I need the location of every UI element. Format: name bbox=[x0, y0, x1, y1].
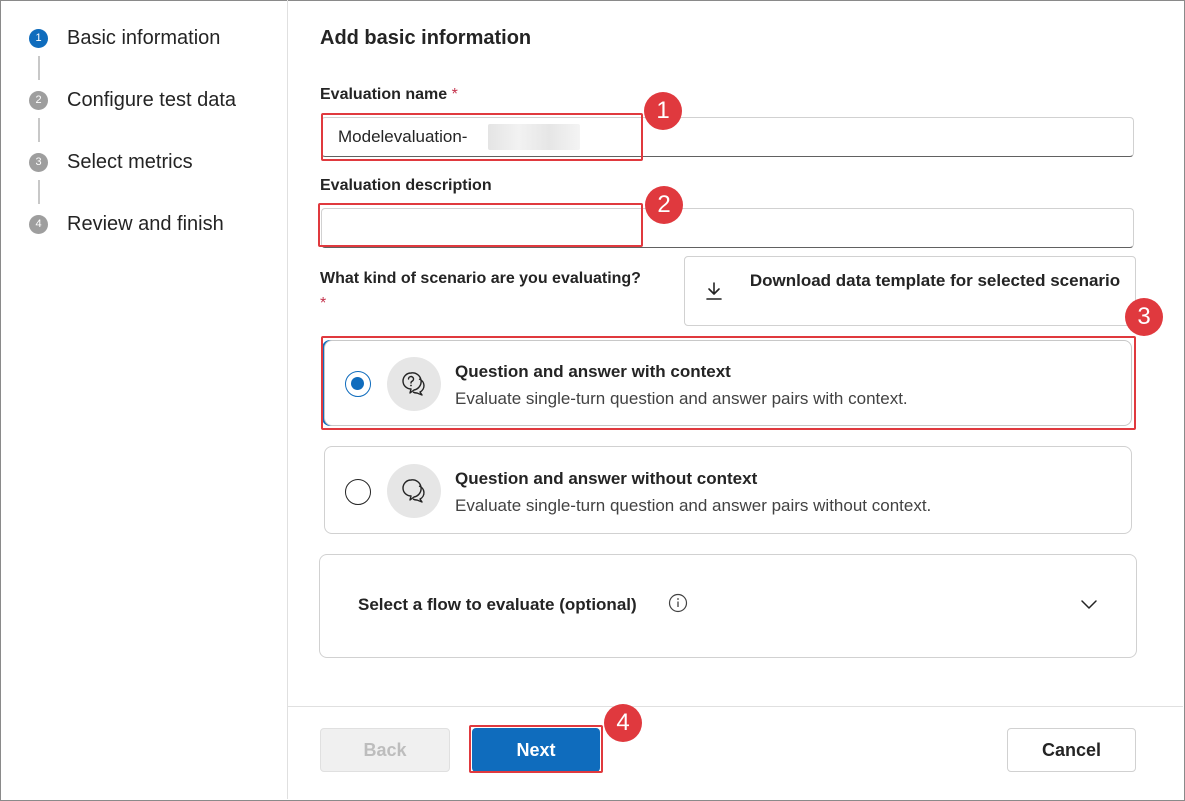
annotation-badge-4: 4 bbox=[604, 704, 642, 742]
scenario-radio-without-context[interactable] bbox=[345, 479, 371, 505]
scenario-card-without-context[interactable]: Question and answer without context Eval… bbox=[324, 446, 1132, 534]
evaluation-description-label: Evaluation description bbox=[320, 177, 492, 194]
chat-bubbles-icon bbox=[402, 479, 425, 503]
step-number-badge: 1 bbox=[29, 28, 48, 48]
scenario-title: Question and answer without context bbox=[455, 469, 758, 488]
download-template-button[interactable]: Download data template for selected scen… bbox=[684, 256, 1136, 326]
scenario-question-label: What kind of scenario are you evaluating… bbox=[320, 266, 685, 316]
step-select-metrics[interactable]: 3 Select metrics bbox=[29, 150, 193, 174]
download-icon bbox=[706, 282, 722, 300]
chevron-down-icon[interactable] bbox=[1080, 599, 1098, 611]
label-text: Evaluation name bbox=[320, 86, 448, 103]
step-basic-information[interactable]: 1 Basic information bbox=[29, 26, 220, 50]
annotation-highlight-4 bbox=[469, 725, 603, 773]
step-review-and-finish[interactable]: 4 Review and finish bbox=[29, 212, 224, 236]
flow-selector-label: Select a flow to evaluate (optional) bbox=[358, 595, 637, 614]
cancel-button[interactable]: Cancel bbox=[1007, 728, 1136, 772]
step-label: Select metrics bbox=[67, 150, 193, 173]
download-template-label: Download data template for selected scen… bbox=[749, 271, 1121, 290]
step-label: Configure test data bbox=[67, 88, 236, 111]
step-number-badge: 4 bbox=[29, 214, 48, 234]
page-title: Add basic information bbox=[320, 27, 532, 49]
annotation-badge-2: 2 bbox=[645, 186, 683, 224]
annotation-badge-3: 3 bbox=[1125, 298, 1163, 336]
flow-selector-accordion[interactable]: Select a flow to evaluate (optional) bbox=[319, 554, 1137, 658]
annotation-highlight-3 bbox=[321, 336, 1136, 430]
annotation-highlight-2 bbox=[318, 203, 643, 247]
required-marker: * bbox=[451, 86, 458, 103]
back-button[interactable]: Back bbox=[320, 728, 450, 772]
info-icon[interactable] bbox=[668, 593, 688, 613]
annotation-highlight-1 bbox=[321, 113, 643, 161]
step-label: Review and finish bbox=[67, 212, 224, 235]
step-connector bbox=[38, 180, 40, 204]
scenario-description: Evaluate single-turn question and answer… bbox=[455, 496, 932, 515]
label-text: What kind of scenario are you evaluating… bbox=[320, 270, 641, 287]
evaluation-name-label: Evaluation name * bbox=[320, 86, 458, 104]
step-connector bbox=[38, 118, 40, 142]
step-configure-test-data[interactable]: 2 Configure test data bbox=[29, 88, 236, 112]
wizard-stepper: 1 Basic information 2 Configure test dat… bbox=[0, 0, 288, 799]
step-number-badge: 3 bbox=[29, 152, 48, 172]
required-marker: * bbox=[320, 295, 327, 312]
step-label: Basic information bbox=[67, 26, 221, 49]
step-connector bbox=[38, 56, 40, 80]
step-number-badge: 2 bbox=[29, 90, 48, 110]
footer-divider bbox=[288, 706, 1183, 707]
chat-icon-container bbox=[387, 464, 441, 518]
annotation-badge-1: 1 bbox=[644, 92, 682, 130]
